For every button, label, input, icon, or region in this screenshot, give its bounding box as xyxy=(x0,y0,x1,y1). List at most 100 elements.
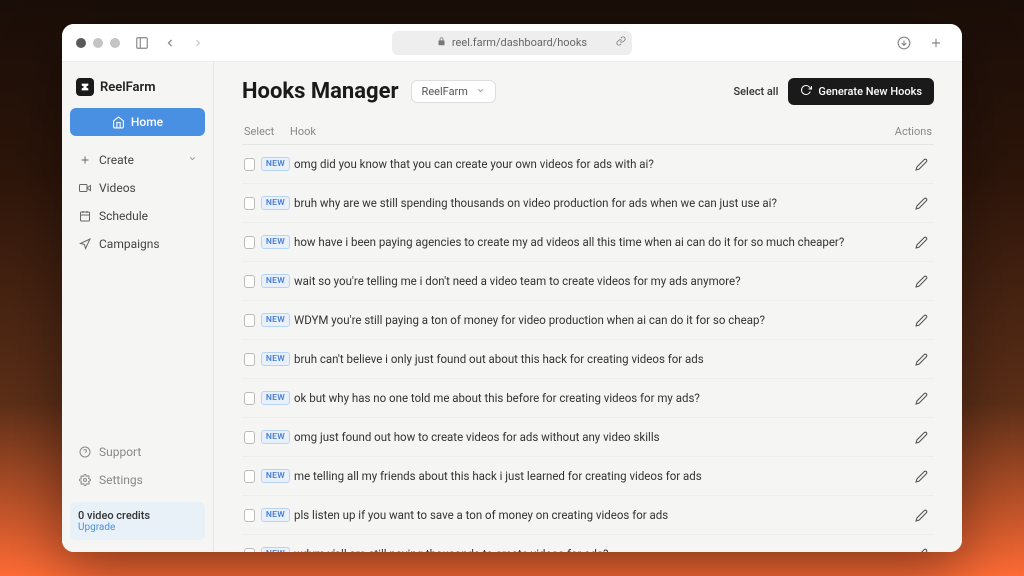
videos-icon xyxy=(78,182,91,195)
generate-hooks-button[interactable]: Generate New Hooks xyxy=(788,78,934,105)
edit-button[interactable] xyxy=(910,270,932,292)
generate-label: Generate New Hooks xyxy=(818,85,922,98)
row-actions xyxy=(882,465,932,487)
select-all-button[interactable]: Select all xyxy=(733,85,778,98)
th-hook: Hook xyxy=(290,125,882,138)
app-body: ReelFarm Home Create Videos Schedule Campai… xyxy=(62,62,962,552)
download-icon[interactable] xyxy=(892,31,916,55)
table-row: NEWbruh can't believe i only just found … xyxy=(242,340,934,379)
table-row: NEWbruh why are we still spending thousa… xyxy=(242,184,934,223)
row-checkbox[interactable] xyxy=(244,236,255,249)
nav-label: Videos xyxy=(99,181,136,195)
sidebar-item-settings[interactable]: Settings xyxy=(70,466,205,494)
row-checkbox[interactable] xyxy=(244,314,255,327)
logo-text: ReelFarm xyxy=(100,80,156,95)
nav-label: Campaigns xyxy=(99,237,160,251)
hook-text: omg did you know that you can create you… xyxy=(290,157,882,171)
row-actions xyxy=(882,387,932,409)
row-checkbox[interactable] xyxy=(244,197,255,210)
window-maximize[interactable] xyxy=(110,38,120,48)
edit-button[interactable] xyxy=(910,231,932,253)
sidebar-toggle-icon[interactable] xyxy=(130,31,154,55)
edit-button[interactable] xyxy=(910,192,932,214)
row-actions xyxy=(882,426,932,448)
browser-chrome: reel.farm/dashboard/hooks xyxy=(62,24,962,62)
hook-text: me telling all my friends about this hac… xyxy=(290,469,882,483)
row-actions xyxy=(882,543,932,552)
edit-button[interactable] xyxy=(910,543,932,552)
row-checkbox[interactable] xyxy=(244,431,255,444)
new-badge: NEW xyxy=(261,391,290,405)
forward-button[interactable] xyxy=(186,31,210,55)
hook-text: how have i been paying agencies to creat… xyxy=(290,235,882,249)
sidebar-item-videos[interactable]: Videos xyxy=(70,174,205,202)
row-actions xyxy=(882,504,932,526)
share-icon[interactable] xyxy=(616,36,626,49)
org-select[interactable]: ReelFarm xyxy=(411,80,496,103)
chevron-down-icon xyxy=(476,86,485,98)
row-checkbox[interactable] xyxy=(244,353,255,366)
hook-text: bruh can't believe i only just found out… xyxy=(290,352,882,366)
refresh-icon xyxy=(800,84,812,99)
table-row: NEWwait so you're telling me i don't nee… xyxy=(242,262,934,301)
new-badge: NEW xyxy=(261,157,290,171)
edit-button[interactable] xyxy=(910,348,932,370)
sidebar-item-create[interactable]: Create xyxy=(70,146,205,174)
new-badge: NEW xyxy=(261,235,290,249)
table-row: NEWme telling all my friends about this … xyxy=(242,457,934,496)
window-minimize[interactable] xyxy=(93,38,103,48)
schedule-icon xyxy=(78,210,91,223)
row-select: NEW xyxy=(244,547,290,552)
new-badge: NEW xyxy=(261,274,290,288)
create-icon xyxy=(78,154,91,167)
edit-button[interactable] xyxy=(910,504,932,526)
table-row: NEWwdym y'all are still paying thousands… xyxy=(242,535,934,552)
traffic-lights xyxy=(76,38,120,48)
main-content: Hooks Manager ReelFarm Select all Genera… xyxy=(214,62,962,552)
row-select: NEW xyxy=(244,391,290,405)
logo[interactable]: ReelFarm xyxy=(70,74,205,108)
back-button[interactable] xyxy=(158,31,182,55)
page-header: Hooks Manager ReelFarm Select all Genera… xyxy=(242,78,934,105)
home-button[interactable]: Home xyxy=(70,108,205,136)
support-icon xyxy=(78,446,91,459)
row-select: NEW xyxy=(244,508,290,522)
edit-button[interactable] xyxy=(910,465,932,487)
new-badge: NEW xyxy=(261,508,290,522)
table-row: NEWomg just found out how to create vide… xyxy=(242,418,934,457)
edit-button[interactable] xyxy=(910,309,932,331)
row-checkbox[interactable] xyxy=(244,275,255,288)
hook-text: wait so you're telling me i don't need a… xyxy=(290,274,882,288)
sidebar-item-campaigns[interactable]: Campaigns xyxy=(70,230,205,258)
new-tab-icon[interactable] xyxy=(924,31,948,55)
row-checkbox[interactable] xyxy=(244,509,255,522)
url-bar[interactable]: reel.farm/dashboard/hooks xyxy=(392,31,632,55)
row-checkbox[interactable] xyxy=(244,548,255,553)
credits-box: 0 video credits Upgrade xyxy=(70,502,205,540)
edit-button[interactable] xyxy=(910,387,932,409)
row-checkbox[interactable] xyxy=(244,392,255,405)
hook-text: ok but why has no one told me about this… xyxy=(290,391,882,405)
row-select: NEW xyxy=(244,313,290,327)
sidebar-item-schedule[interactable]: Schedule xyxy=(70,202,205,230)
table-row: NEWomg did you know that you can create … xyxy=(242,145,934,184)
hook-text: pls listen up if you want to save a ton … xyxy=(290,508,882,522)
new-badge: NEW xyxy=(261,547,290,552)
row-select: NEW xyxy=(244,469,290,483)
page-title: Hooks Manager xyxy=(242,79,399,104)
row-checkbox[interactable] xyxy=(244,158,255,171)
hook-text: bruh why are we still spending thousands… xyxy=(290,196,882,210)
upgrade-link[interactable]: Upgrade xyxy=(78,522,197,533)
sidebar-item-support[interactable]: Support xyxy=(70,438,205,466)
row-checkbox[interactable] xyxy=(244,470,255,483)
window-close[interactable] xyxy=(76,38,86,48)
row-actions xyxy=(882,153,932,175)
edit-button[interactable] xyxy=(910,426,932,448)
row-select: NEW xyxy=(244,274,290,288)
new-badge: NEW xyxy=(261,313,290,327)
org-label: ReelFarm xyxy=(422,85,468,98)
row-select: NEW xyxy=(244,430,290,444)
table-header: Select Hook Actions xyxy=(242,119,934,145)
edit-button[interactable] xyxy=(910,153,932,175)
hook-text: omg just found out how to create videos … xyxy=(290,430,882,444)
